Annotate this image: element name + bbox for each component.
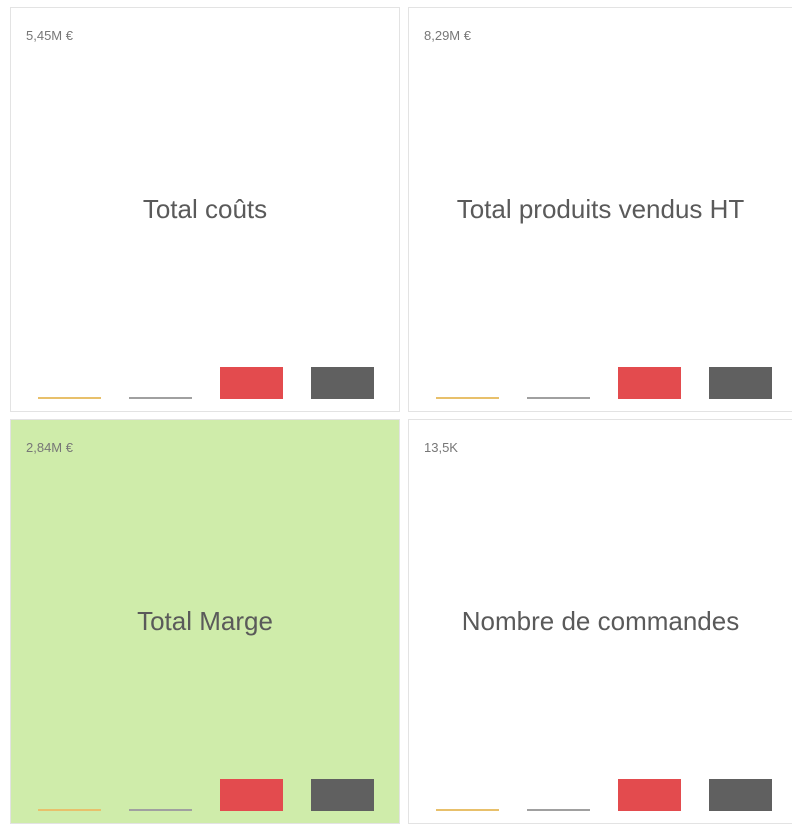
bar-2-mark [129, 809, 192, 811]
bar-2-mark [527, 397, 590, 399]
kpi-bar-chart [38, 367, 374, 399]
kpi-tile-total-produits-vendus-ht[interactable]: 8,29M € Total produits vendus HT [408, 7, 792, 412]
bar-4-mark [709, 779, 772, 811]
bar-4-mark [709, 367, 772, 399]
bar-1-mark [436, 809, 499, 811]
bar-1-mark [436, 397, 499, 399]
bar-3-mark [220, 779, 283, 811]
bar-3-mark [220, 367, 283, 399]
bar-4-mark [311, 367, 374, 399]
kpi-tile-total-couts[interactable]: 5,45M € Total coûts [10, 7, 400, 412]
kpi-bar-chart [38, 779, 374, 811]
bar-1-mark [38, 397, 101, 399]
bar-3-mark [618, 779, 681, 811]
bar-2-mark [129, 397, 192, 399]
kpi-tile-nombre-de-commandes[interactable]: 13,5K Nombre de commandes [408, 419, 792, 824]
kpi-bar-chart [436, 779, 772, 811]
kpi-tile-total-marge[interactable]: 2,84M € Total Marge [10, 419, 400, 824]
bar-1-mark [38, 809, 101, 811]
bar-3-mark [618, 367, 681, 399]
bar-2-mark [527, 809, 590, 811]
bar-4-mark [311, 779, 374, 811]
kpi-bar-chart [436, 367, 772, 399]
